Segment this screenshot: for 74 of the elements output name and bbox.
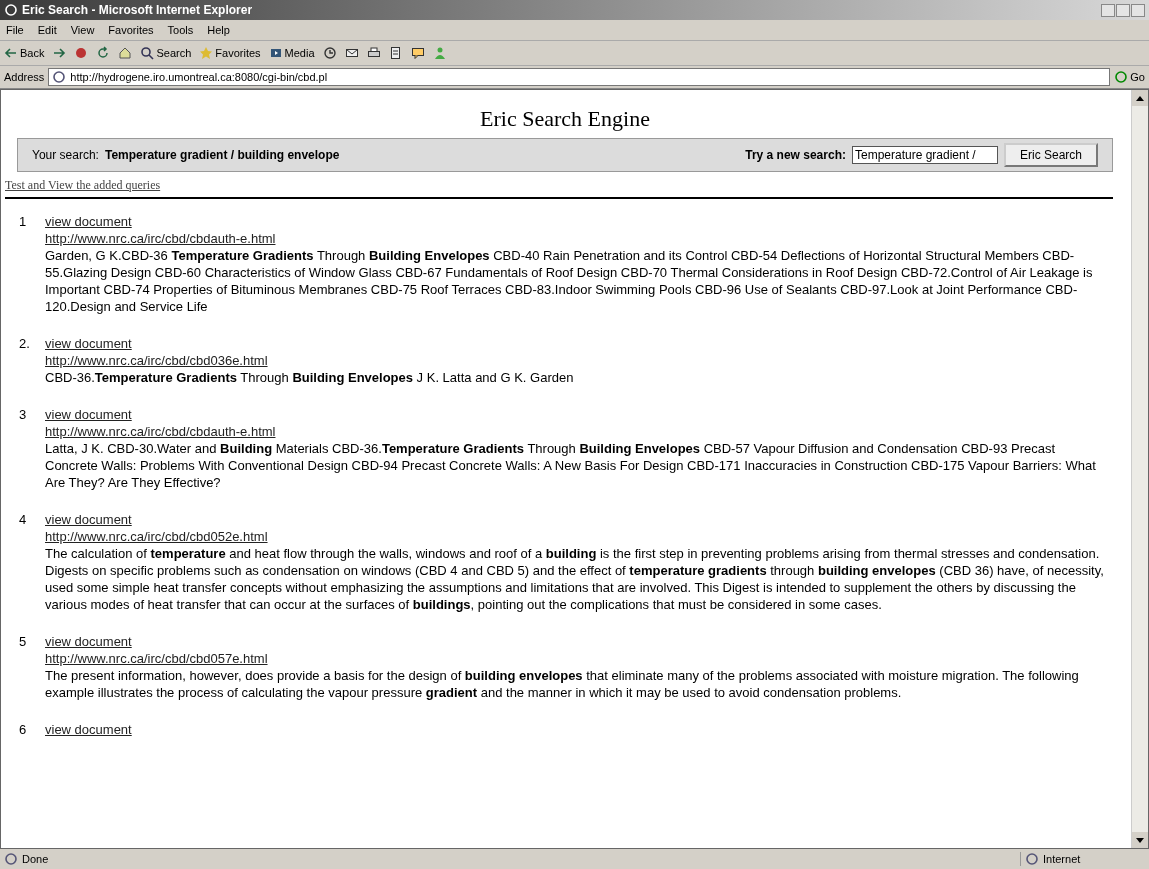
history-button[interactable]: [322, 46, 337, 60]
home-icon: [118, 46, 133, 60]
minimize-button[interactable]: [1101, 3, 1115, 17]
result-url-link[interactable]: http://www.nrc.ca/irc/cbd/cbdauth-e.html: [45, 230, 276, 247]
printer-icon: [366, 46, 381, 60]
history-icon: [322, 46, 337, 60]
stop-icon: [74, 46, 89, 60]
result-url-link[interactable]: http://www.nrc.ca/irc/cbd/cbd057e.html: [45, 650, 268, 667]
result-snippet: The calculation of temperature and heat flow through the walls, windows and roof of a building is the first step in preventing problems arising from thermal stresses and condensation. Digests on specific problems such as condensation on windows (CBD 4 and CBD 5) and the effect of temperature gradients through building envelopes (CBD 36) have, of necessity, used some simple heat transfer concepts without emphasizing the assumptions and limitations that are involved. This Digest is intended to supplement the others by discussing the various modes of heat transfer that can occur at the surfaces of buildings, pointing out the complications that must be considered in some cases.: [45, 545, 1105, 613]
view-document-link[interactable]: view document: [45, 335, 132, 352]
result-number: 5: [19, 633, 28, 651]
home-button[interactable]: [118, 46, 133, 60]
print-button[interactable]: [366, 46, 381, 60]
close-button[interactable]: [1131, 3, 1145, 17]
page-heading: Eric Search Engine: [479, 106, 651, 132]
arrow-left-icon: [4, 46, 18, 60]
queries-link[interactable]: Test and View the added queries: [5, 178, 1125, 193]
your-search-label: Your search:: [32, 148, 99, 162]
maximize-button[interactable]: [1116, 3, 1130, 17]
view-document-link[interactable]: view document: [45, 511, 132, 528]
scroll-up-icon: [1136, 95, 1144, 101]
media-button[interactable]: Media: [268, 46, 315, 60]
result-number: 4: [19, 511, 28, 529]
menu-item[interactable]: View: [70, 24, 95, 36]
refresh-button[interactable]: [96, 46, 111, 60]
status-text: Done: [22, 853, 49, 865]
scrollbar[interactable]: [1131, 90, 1148, 848]
view-document-link[interactable]: view document: [45, 406, 132, 423]
zone-text: Internet: [1043, 853, 1081, 865]
star-icon: [199, 46, 214, 60]
search-button[interactable]: Eric Search: [1003, 143, 1098, 167]
view-document-link[interactable]: view document: [45, 633, 132, 650]
favorites-button[interactable]: Favorites: [199, 46, 261, 60]
search-query: Temperature gradient / building envelope: [104, 148, 340, 162]
refresh-icon: [96, 46, 111, 60]
result-snippet: Latta, J K. CBD-30.Water and Building Materials CBD-36.Temperature Gradients Through Building Envelopes CBD-57 Vapour Diffusion and Condensation CBD-93 Precast Concrete Walls: Problems With Conventional Design CBD-94 Precast Concrete Walls: A New Basis For Design CBD-171 Inaccuracies in Construction CBD-175 Vapour Barriers: What Are They? Are They Effective?: [45, 440, 1097, 491]
search-button[interactable]: Search: [140, 46, 192, 60]
menu-item[interactable]: Edit: [37, 24, 57, 36]
result-number: 1: [19, 213, 28, 231]
view-document-link[interactable]: view document: [45, 721, 132, 738]
go-button[interactable]: Go: [1114, 70, 1145, 84]
address-field[interactable]: http://hydrogene.iro.umontreal.ca:8080/cgi-bin/cbd.pl: [48, 68, 1111, 86]
stop-button[interactable]: [74, 46, 89, 60]
menu-item[interactable]: Favorites: [108, 24, 154, 36]
view-document-link[interactable]: view document: [45, 213, 132, 230]
scroll-down-icon: [1136, 837, 1144, 843]
search-icon: [140, 46, 155, 60]
menu-item[interactable]: Tools: [167, 24, 194, 36]
result-url-link[interactable]: http://www.nrc.ca/irc/cbd/cbd052e.html: [45, 528, 268, 545]
result-url-link[interactable]: http://www.nrc.ca/irc/cbd/cbd036e.html: [45, 352, 268, 369]
result-snippet: Garden, G K.CBD-36 Temperature Gradients Through Building Envelopes CBD-40 Rain Penetration and its Control CBD-54 Deflections of Horizontal Structural Members CBD-55.Glazing Design CBD-60 Characteristics of Window Glass CBD-67 Fundamentals of Roof Design CBD-70 Thermal Considerations in Roof Design CBD-72.Control of Air Leakage is Important CBD-74 Properties of Bituminous Membranes CBD-75 Roof Terraces CBD-83.Indoor Swimming Pools CBD-96 Use of Sealants CBD-97.Look at Joint Performance CBD-120.Design and Service Life: [45, 247, 1094, 315]
search-field[interactable]: Temperature gradient /: [851, 146, 998, 164]
menu-item[interactable]: Help: [207, 24, 230, 36]
result-snippet: CBD-36.Temperature Gradients Through Building Envelopes J K. Latta and G K. Garden: [45, 369, 574, 386]
back-button[interactable]: Back: [4, 46, 45, 60]
edit-button[interactable]: [388, 46, 403, 60]
mail-icon: [344, 46, 359, 60]
forward-button[interactable]: [52, 46, 67, 60]
discuss-button[interactable]: [410, 46, 425, 60]
address-label: Address: [4, 71, 45, 83]
result-number: 6: [19, 721, 28, 738]
window-title: Eric Search - Microsoft Internet Explorer: [22, 3, 254, 17]
result-number: 2.: [19, 335, 31, 353]
messenger-icon: [432, 46, 447, 60]
new-search-label: Try a new search:: [745, 148, 846, 162]
discuss-icon: [410, 46, 425, 60]
result-number: 3: [19, 406, 28, 424]
result-snippet: The present information, however, does provide a basis for the design of building envelopes that eliminate many of the problems associated with moisture migration. The following example illustrates the process of calculating the vapour pressure gradient and the manner in which it may be used to avoid condensation problems.: [45, 667, 1080, 701]
arrow-right-icon: [52, 46, 67, 60]
menu-item[interactable]: File: [6, 24, 24, 36]
result-url-link[interactable]: http://www.nrc.ca/irc/cbd/cbdauth-e.html: [45, 423, 276, 440]
edit-icon: [388, 46, 403, 60]
media-icon: [268, 46, 283, 60]
mail-button[interactable]: [344, 46, 359, 60]
